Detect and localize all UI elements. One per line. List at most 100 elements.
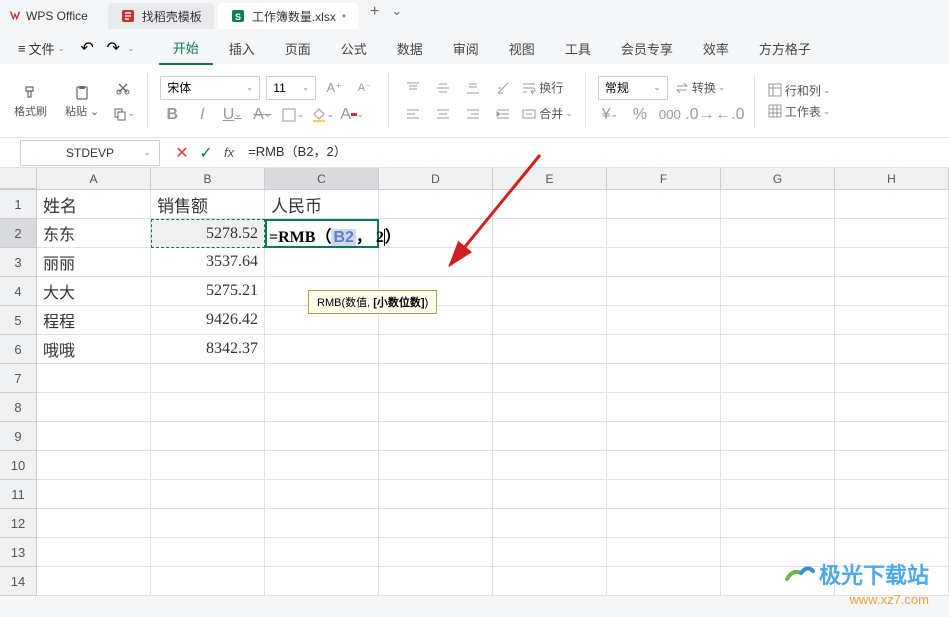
cell[interactable]: [721, 277, 835, 306]
cell[interactable]: [265, 538, 379, 567]
cell[interactable]: [379, 335, 493, 364]
cell[interactable]: [379, 509, 493, 538]
menu-view[interactable]: 视图: [495, 33, 549, 64]
cell[interactable]: [493, 364, 607, 393]
cell[interactable]: [721, 248, 835, 277]
cell[interactable]: 9426.42: [151, 306, 265, 335]
col-header-D[interactable]: D: [379, 168, 493, 189]
cell[interactable]: [721, 393, 835, 422]
font-decrease-button[interactable]: A⁻: [352, 77, 376, 99]
font-family-select[interactable]: 宋体⌄: [160, 76, 260, 100]
font-increase-button[interactable]: A⁺: [322, 77, 346, 99]
cell[interactable]: [265, 480, 379, 509]
cell[interactable]: [265, 248, 379, 277]
tab-template[interactable]: 找稻壳模板: [108, 3, 214, 29]
menu-tools[interactable]: 工具: [551, 33, 605, 64]
menu-data[interactable]: 数据: [383, 33, 437, 64]
cell[interactable]: [835, 393, 949, 422]
row-header[interactable]: 13: [0, 538, 37, 567]
cell[interactable]: [37, 393, 151, 422]
cell[interactable]: [37, 538, 151, 567]
cell[interactable]: [493, 248, 607, 277]
cell[interactable]: [607, 364, 721, 393]
cell[interactable]: [493, 567, 607, 596]
cell[interactable]: [607, 393, 721, 422]
cell[interactable]: [607, 422, 721, 451]
orientation-button[interactable]: [491, 77, 515, 99]
cell[interactable]: [379, 538, 493, 567]
merge-button[interactable]: 合并 ⌄: [521, 105, 573, 122]
cell[interactable]: 姓名: [37, 190, 151, 219]
cell[interactable]: [835, 480, 949, 509]
cell[interactable]: [379, 451, 493, 480]
cell[interactable]: [493, 306, 607, 335]
cell[interactable]: [265, 509, 379, 538]
cell[interactable]: [151, 451, 265, 480]
cell[interactable]: [607, 277, 721, 306]
cell[interactable]: [265, 567, 379, 596]
cell[interactable]: [721, 364, 835, 393]
row-header[interactable]: 2: [0, 219, 37, 248]
cell[interactable]: [265, 364, 379, 393]
cell[interactable]: [265, 422, 379, 451]
row-header[interactable]: 1: [0, 190, 37, 219]
cell[interactable]: [37, 364, 151, 393]
cell[interactable]: [721, 306, 835, 335]
cell[interactable]: [37, 567, 151, 596]
cell[interactable]: [151, 422, 265, 451]
cell[interactable]: [37, 480, 151, 509]
cell[interactable]: [607, 451, 721, 480]
tab-menu-button[interactable]: ⌄: [391, 3, 402, 29]
cell[interactable]: 3537.64: [151, 248, 265, 277]
font-size-select[interactable]: 11⌄: [266, 76, 316, 100]
italic-button[interactable]: I: [190, 104, 214, 126]
cell[interactable]: [721, 509, 835, 538]
cell[interactable]: [607, 190, 721, 219]
cell[interactable]: [721, 335, 835, 364]
cell[interactable]: 8342.37: [151, 335, 265, 364]
menu-vip[interactable]: 会员专享: [607, 33, 687, 64]
row-header[interactable]: 11: [0, 480, 37, 509]
row-header[interactable]: 10: [0, 451, 37, 480]
cell[interactable]: [379, 393, 493, 422]
cell[interactable]: 东东: [37, 219, 151, 248]
wrap-button[interactable]: 换行: [521, 79, 563, 96]
cell[interactable]: [721, 190, 835, 219]
cell[interactable]: [721, 480, 835, 509]
border-button[interactable]: ⌄: [280, 104, 304, 126]
cell[interactable]: [37, 509, 151, 538]
cell[interactable]: [493, 451, 607, 480]
cut-button[interactable]: [111, 77, 135, 99]
col-header-A[interactable]: A: [37, 168, 151, 189]
cell[interactable]: [379, 480, 493, 509]
cell[interactable]: [835, 219, 949, 248]
cell[interactable]: [379, 364, 493, 393]
cell[interactable]: [493, 393, 607, 422]
align-center-button[interactable]: [431, 103, 455, 125]
row-header[interactable]: 4: [0, 277, 37, 306]
row-header[interactable]: 8: [0, 393, 37, 422]
cell[interactable]: [493, 219, 607, 248]
cell[interactable]: 5275.21: [151, 277, 265, 306]
copy-button[interactable]: ⌄: [111, 103, 135, 125]
cell[interactable]: [493, 480, 607, 509]
col-header-G[interactable]: G: [721, 168, 835, 189]
select-all-corner[interactable]: [0, 168, 37, 189]
col-header-B[interactable]: B: [151, 168, 265, 189]
cell[interactable]: [493, 538, 607, 567]
cell[interactable]: [493, 509, 607, 538]
menu-efficiency[interactable]: 效率: [689, 33, 743, 64]
cell[interactable]: [607, 248, 721, 277]
cell[interactable]: [721, 422, 835, 451]
font-color-button[interactable]: A⌄: [340, 104, 364, 126]
row-header[interactable]: 3: [0, 248, 37, 277]
rowcol-button[interactable]: 行和列 ⌄: [767, 82, 831, 99]
cell[interactable]: [493, 277, 607, 306]
align-middle-button[interactable]: [431, 77, 455, 99]
row-header[interactable]: 5: [0, 306, 37, 335]
row-header[interactable]: 6: [0, 335, 37, 364]
cell[interactable]: [607, 219, 721, 248]
cell[interactable]: [835, 509, 949, 538]
row-header[interactable]: 7: [0, 364, 37, 393]
cell[interactable]: [607, 306, 721, 335]
